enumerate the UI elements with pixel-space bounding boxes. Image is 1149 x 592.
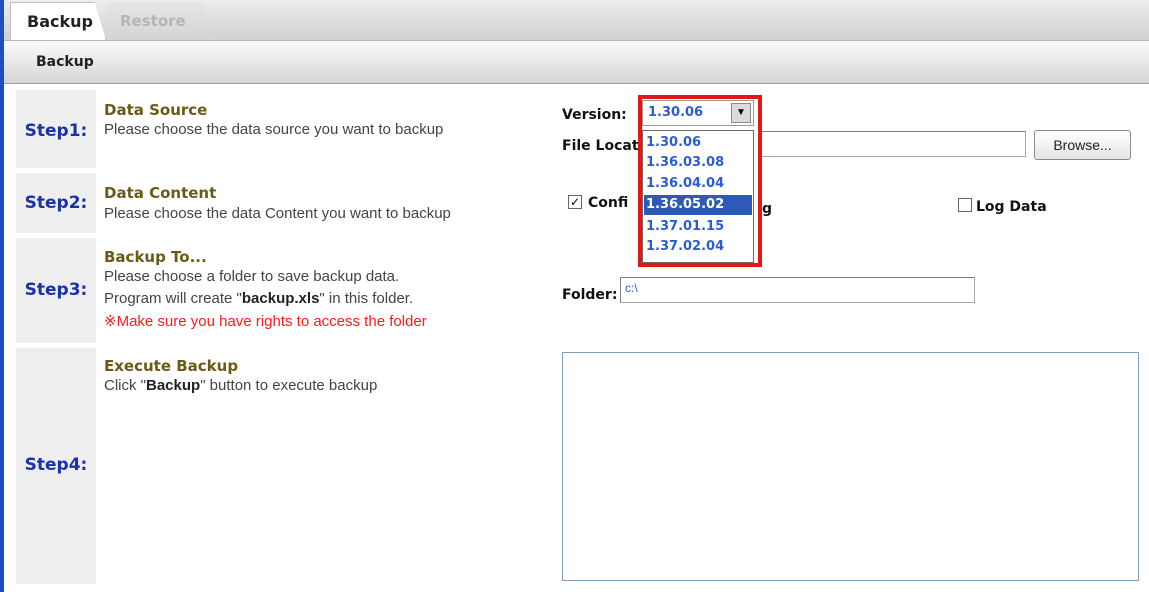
file-location-label: File Locat xyxy=(562,138,639,154)
step3-desc-pre: Program will create " xyxy=(104,290,242,307)
step1-title: Data Source xyxy=(104,101,208,119)
step2-title: Data Content xyxy=(104,184,217,202)
version-dropdown-list: 1.30.06 1.36.03.08 1.36.04.04 1.36.05.02… xyxy=(642,130,754,263)
step1-desc: Please choose the data source you want t… xyxy=(104,121,444,138)
step3-desc-line2: Program will create "backup.xls" in this… xyxy=(104,290,413,307)
config-checkbox[interactable]: ✓ xyxy=(568,195,582,209)
step3-label: Step3: xyxy=(24,280,88,300)
step1-box: Step1: xyxy=(16,90,96,168)
log-data-label: Log Data xyxy=(976,199,1047,215)
step3-desc-line1: Please choose a folder to save backup da… xyxy=(104,268,400,285)
version-option[interactable]: 1.37.02.04 xyxy=(644,237,752,257)
section-header: Backup xyxy=(4,41,1149,84)
config-label-left: Confi xyxy=(588,195,629,211)
version-label: Version: xyxy=(562,107,627,123)
step3-title: Backup To... xyxy=(104,248,207,266)
step3-desc-post: " in this folder. xyxy=(319,290,414,307)
config-label-right: g xyxy=(762,201,773,217)
file-location-input[interactable] xyxy=(758,131,1026,157)
step2-desc: Please choose the data Content you want … xyxy=(104,205,451,222)
version-option[interactable]: 1.37.01.15 xyxy=(644,217,752,237)
folder-label: Folder: xyxy=(562,287,618,303)
step3-filename: backup.xls xyxy=(241,290,320,307)
chevron-down-icon[interactable]: ▼ xyxy=(731,103,751,123)
step2-label: Step2: xyxy=(24,193,88,213)
browse-button[interactable]: Browse... xyxy=(1034,130,1131,160)
tab-backup[interactable]: Backup xyxy=(10,2,106,40)
step4-desc-pre: Click " xyxy=(104,377,146,394)
step4-desc-bold: Backup xyxy=(146,377,201,394)
step4-desc-post: " button to execute backup xyxy=(200,377,378,394)
step4-box: Step4: xyxy=(16,348,96,584)
step3-box: Step3: xyxy=(16,238,96,343)
version-option[interactable]: 1.36.04.04 xyxy=(644,174,752,194)
version-select-value: 1.30.06 xyxy=(648,105,704,120)
step1-label: Step1: xyxy=(24,121,88,141)
version-option[interactable]: 1.30.06 xyxy=(644,133,752,153)
section-title: Backup xyxy=(36,54,94,70)
left-accent-bar xyxy=(0,0,4,592)
log-data-checkbox[interactable] xyxy=(958,198,972,212)
tab-bar: Restore Backup xyxy=(4,0,1149,41)
step4-desc: Click "Backup" button to execute backup xyxy=(104,377,377,394)
step3-warning: ※Make sure you have rights to access the… xyxy=(104,313,427,330)
backup-output-area[interactable] xyxy=(562,352,1139,581)
version-option[interactable]: 1.36.03.08 xyxy=(644,153,752,173)
step4-label: Step4: xyxy=(24,455,88,475)
step2-box: Step2: xyxy=(16,173,96,233)
version-option-selected[interactable]: 1.36.05.02 xyxy=(644,195,752,215)
folder-input[interactable]: c:\ xyxy=(620,277,975,303)
step4-title: Execute Backup xyxy=(104,357,239,375)
version-select[interactable]: 1.30.06 ▼ xyxy=(642,100,754,126)
tab-restore[interactable]: Restore xyxy=(100,2,216,40)
